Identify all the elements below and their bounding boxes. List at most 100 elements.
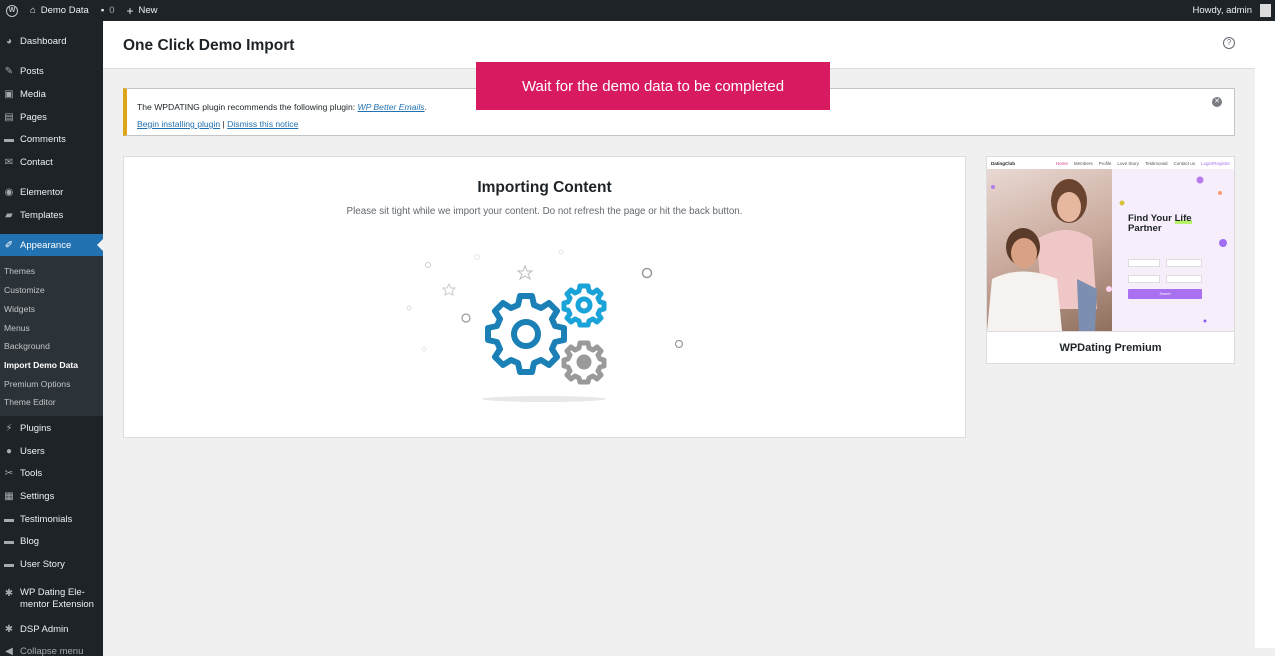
comment-icon: ▬ [4, 513, 14, 525]
new-content-link[interactable]: + New [120, 0, 163, 21]
import-subtitle: Please sit tight while we import your co… [346, 206, 743, 217]
frame-bottom [103, 648, 1275, 656]
mail-icon: ✉ [4, 156, 14, 168]
right-edge [1255, 21, 1275, 656]
sidebar-item-label: Dashboard [20, 35, 67, 47]
dashboard-icon: ◕ [5, 35, 13, 47]
install-plugin-link[interactable]: Begin installing plugin [137, 119, 220, 129]
sidebar-item-label: User Story [20, 558, 65, 570]
notice-separator: | [222, 119, 225, 129]
plus-icon: + [126, 3, 134, 18]
sidebar-item-plugins[interactable]: ⚡ Plugins [0, 422, 103, 434]
sidebar-item-testimonials[interactable]: ▬ Testimonials [0, 513, 103, 525]
comments-count: 0 [109, 5, 115, 16]
wp-logo-menu[interactable]: W [0, 0, 24, 21]
page-icon: ▤ [4, 111, 14, 123]
plug-icon: ⚡ [5, 422, 13, 434]
user-icon: ● [5, 445, 13, 457]
import-panel: Importing Content Please sit tight while… [123, 156, 966, 438]
sidebar-item-tools[interactable]: ✂ Tools [0, 467, 103, 479]
sidebar-item-label: Media [20, 88, 46, 100]
sidebar-item-label: DSP Admin [20, 623, 69, 635]
sidebar-item-contact[interactable]: ✉ Contact [0, 156, 103, 168]
sidebar-item-pages[interactable]: ▤ Pages [0, 111, 103, 123]
my-account-menu[interactable]: Howdy, admin [1187, 0, 1275, 21]
submenu-item-theme-editor[interactable]: Theme Editor [4, 397, 56, 407]
sidebar-item-blog[interactable]: ▬ Blog [0, 535, 103, 547]
sidebar-item-templates[interactable]: ▰ Templates [0, 209, 103, 221]
submenu-item-widgets[interactable]: Widgets [4, 304, 35, 314]
wordpress-logo-icon: W [6, 4, 18, 17]
sidebar-item-user-story[interactable]: ▬ User Story [0, 558, 103, 570]
notice-actions: Begin installing plugin | Dismiss this n… [137, 119, 298, 129]
sidebar-item-dsp-admin[interactable]: ✱ DSP Admin [0, 623, 103, 635]
wrench-icon: ✂ [4, 467, 14, 479]
sidebar-item-users[interactable]: ● Users [0, 445, 103, 457]
importing-gears-illustration [406, 249, 684, 402]
howdy-label: Howdy, admin [1192, 5, 1253, 16]
status-toast: Wait for the demo data to be completed [476, 62, 830, 110]
sidebar-item-collapse[interactable]: ◀ Collapse menu [0, 645, 103, 656]
sidebar-item-posts[interactable]: ✎ Posts [0, 65, 103, 77]
sidebar-item-wp-dating-elementor[interactable]: ✱ WP Dating Ele- mentor Extension [0, 587, 103, 611]
elementor-icon: ◉ [4, 186, 14, 198]
site-name-link[interactable]: ⌂ Demo Data [24, 0, 95, 21]
pin-icon: ✎ [4, 65, 14, 77]
plugin-link[interactable]: WP Better Emails [358, 102, 425, 112]
sidebar-item-media[interactable]: ▣ Media [0, 88, 103, 100]
comment-bubble-icon: ▪ [100, 5, 105, 16]
sidebar-item-label: WP Dating Ele- mentor Extension [20, 587, 94, 611]
close-icon[interactable]: ✕ [1212, 97, 1222, 107]
sidebar-item-dashboard[interactable]: ◕ Dashboard [0, 35, 103, 47]
appearance-submenu: Themes Customize Widgets Menus Backgroun… [0, 256, 103, 416]
sidebar-item-label: Tools [20, 467, 43, 479]
avatar [1260, 4, 1271, 17]
sidebar-item-comments[interactable]: ▬ Comments [0, 133, 103, 145]
media-icon: ▣ [4, 88, 14, 100]
submenu-item-import-demo-data[interactable]: Import Demo Data [4, 360, 78, 370]
dismiss-notice-link[interactable]: Dismiss this notice [227, 119, 298, 129]
sidebar-item-label: Users [20, 445, 45, 457]
label-line-2: mentor Extension [20, 599, 94, 610]
brush-icon: ✐ [4, 239, 14, 251]
preview-decor-hearts [991, 176, 1227, 323]
sidebar-item-label: Elementor [20, 186, 64, 198]
submenu-item-customize[interactable]: Customize [4, 285, 45, 295]
sidebar-item-label: Pages [20, 111, 47, 123]
sidebar-item-elementor[interactable]: ◉ Elementor [0, 186, 103, 198]
site-name-label: Demo Data [40, 5, 89, 16]
sidebar-item-label: Posts [20, 65, 44, 77]
sidebar-item-label: Plugins [20, 422, 52, 434]
sidebar-item-label: Collapse menu [20, 645, 84, 656]
comment-icon: ▬ [4, 133, 14, 145]
submenu-item-background[interactable]: Background [4, 341, 50, 351]
sidebar-item-label: Comments [20, 133, 66, 145]
sidebar-item-label: Blog [20, 535, 40, 547]
theme-card[interactable]: DatingClub Home Members Profile Love Sto… [986, 156, 1235, 364]
sidebar-item-label: Contact [20, 156, 53, 168]
gear-icon: ✱ [4, 623, 14, 635]
sidebar-item-label: Templates [20, 209, 64, 221]
admin-sidebar: ◕ Dashboard ✎ Posts ▣ Media ▤ Pages ▬ Co… [0, 21, 103, 656]
notice-period: . [424, 102, 427, 112]
home-icon: ⌂ [30, 5, 36, 16]
notice-message: The WPDATING plugin recommends the follo… [137, 102, 358, 112]
sidebar-item-settings[interactable]: ▦ Settings [0, 490, 103, 502]
comments-link[interactable]: ▪ 0 [95, 0, 121, 21]
help-icon[interactable]: ? [1223, 37, 1235, 49]
sidebar-item-label: Testimonials [20, 513, 73, 525]
admin-bar: W ⌂ Demo Data ▪ 0 + New Howdy, admin [0, 0, 1275, 21]
theme-preview-image: DatingClub Home Members Profile Love Sto… [987, 157, 1234, 331]
submenu-item-menus[interactable]: Menus [4, 323, 30, 333]
toast-message: Wait for the demo data to be completed [521, 77, 785, 95]
page-title: One Click Demo Import [123, 37, 295, 54]
comment-icon: ▬ [4, 558, 14, 570]
sidebar-item-appearance[interactable]: ✐ Appearance [0, 234, 103, 256]
submenu-item-premium-options[interactable]: Premium Options [4, 379, 70, 389]
sidebar-item-label: Settings [20, 490, 55, 502]
import-title: Importing Content [477, 179, 612, 196]
submenu-item-themes[interactable]: Themes [4, 266, 35, 276]
new-label: New [138, 5, 158, 16]
comment-icon: ▬ [4, 535, 14, 547]
folder-icon: ▰ [5, 209, 13, 221]
